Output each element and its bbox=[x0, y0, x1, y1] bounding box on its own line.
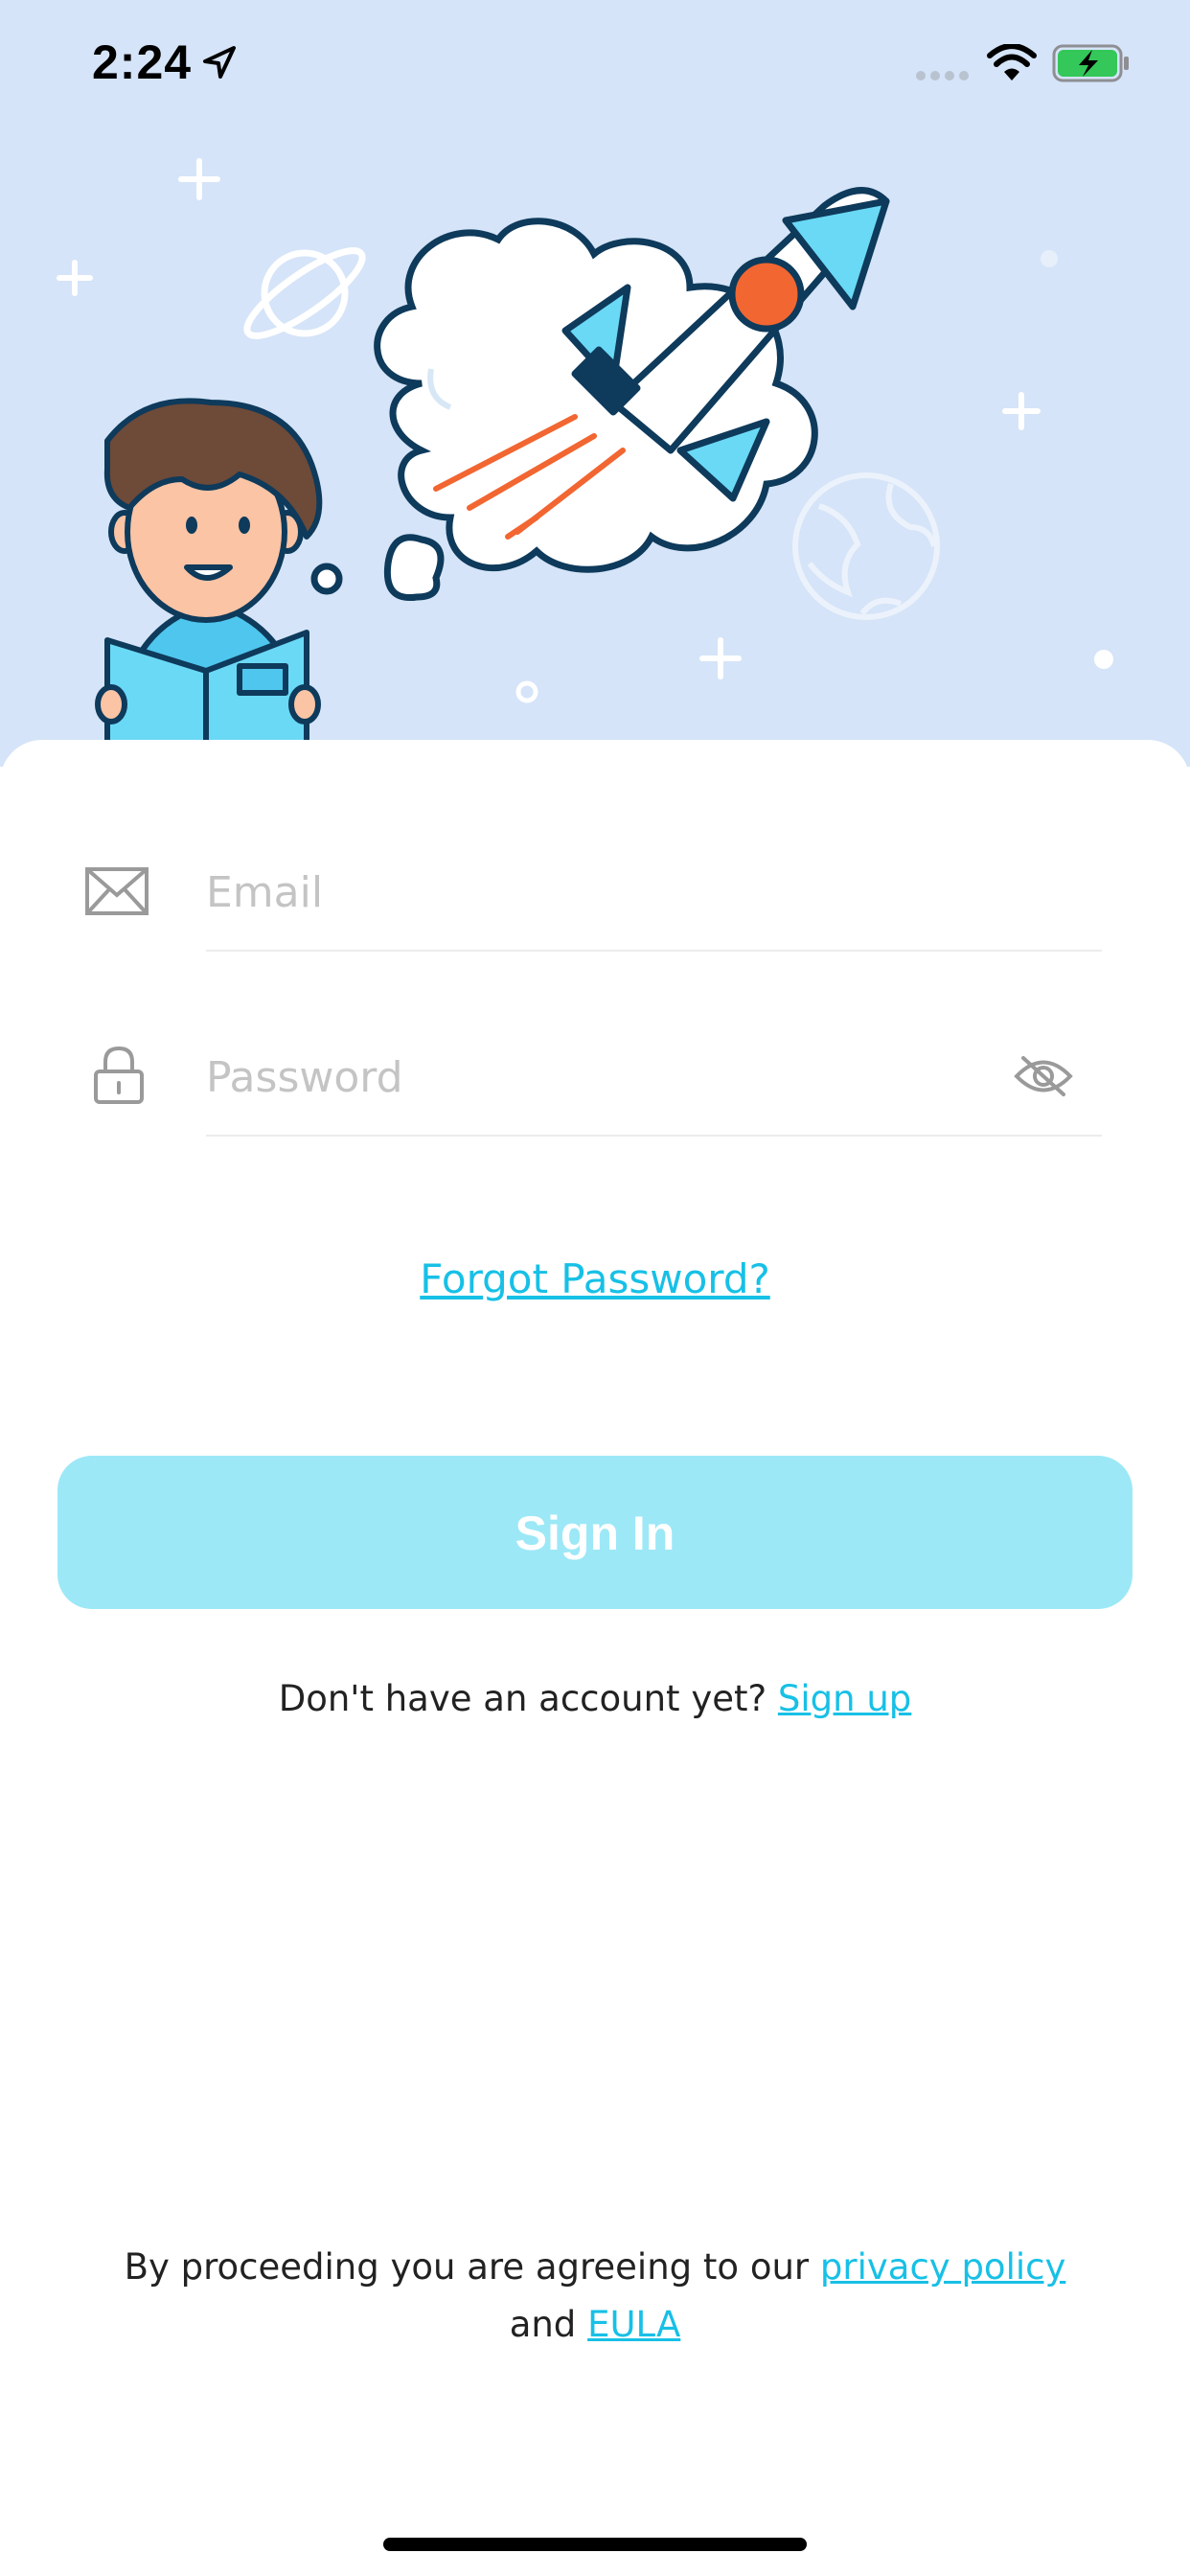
location-arrow-icon bbox=[203, 46, 236, 79]
sign-in-button[interactable]: Sign In bbox=[57, 1456, 1133, 1609]
eula-link[interactable]: EULA bbox=[587, 2304, 680, 2345]
battery-charging-icon bbox=[1052, 44, 1129, 82]
forgot-password-row: Forgot Password? bbox=[0, 1255, 1190, 1302]
signup-prompt: Don't have an account yet? bbox=[278, 1678, 767, 1719]
legal-line-2: and EULA bbox=[0, 2296, 1190, 2354]
status-time: 2:24 bbox=[92, 35, 193, 89]
envelope-icon bbox=[85, 867, 149, 915]
thought-bubbles bbox=[310, 534, 445, 602]
legal-and: and bbox=[509, 2304, 577, 2345]
privacy-policy-link[interactable]: privacy policy bbox=[820, 2246, 1065, 2288]
status-bar: 2:24 bbox=[0, 0, 1190, 125]
signup-row: Don't have an account yet? Sign up bbox=[0, 1678, 1190, 1719]
email-field-row bbox=[0, 834, 1190, 978]
password-field-row bbox=[0, 1019, 1190, 1162]
globe-icon bbox=[792, 472, 940, 620]
home-indicator[interactable] bbox=[383, 2538, 807, 2551]
legal-text: By proceeding you are agreeing to our pr… bbox=[0, 2239, 1190, 2354]
planet-icon bbox=[243, 247, 366, 339]
signal-dots-icon bbox=[916, 71, 969, 80]
email-field[interactable] bbox=[206, 854, 1097, 931]
forgot-password-link[interactable]: Forgot Password? bbox=[420, 1255, 770, 1302]
lock-icon bbox=[94, 1046, 144, 1104]
password-field[interactable] bbox=[206, 1039, 992, 1116]
legal-prefix: By proceeding you are agreeing to our bbox=[124, 2246, 810, 2288]
signup-link[interactable]: Sign up bbox=[778, 1678, 911, 1719]
password-underline bbox=[206, 1135, 1102, 1137]
wifi-icon bbox=[987, 44, 1037, 80]
email-underline bbox=[206, 950, 1102, 952]
eye-slash-icon[interactable] bbox=[1014, 1054, 1073, 1098]
legal-line-1: By proceeding you are agreeing to our pr… bbox=[0, 2239, 1190, 2296]
boy-reading-figure bbox=[95, 398, 323, 767]
